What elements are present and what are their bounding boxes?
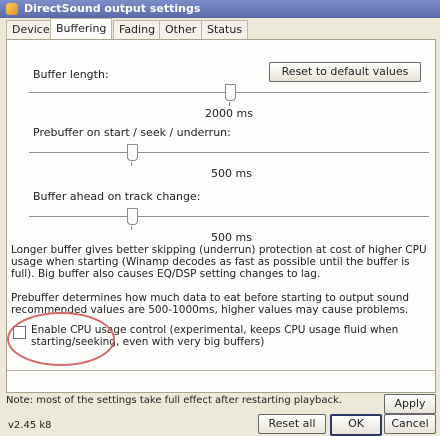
ok-button[interactable]: OK <box>330 414 382 436</box>
buffering-panel: Reset to default values Buffer length: 2… <box>6 39 436 393</box>
buffer-ahead-tick <box>131 226 132 230</box>
reset-defaults-button[interactable]: Reset to default values <box>269 62 421 82</box>
app-icon <box>6 3 18 15</box>
footer-divider <box>7 370 435 371</box>
version-label: v2.45 k8 <box>8 420 52 431</box>
tab-status[interactable]: Status <box>201 20 249 39</box>
buffer-ahead-track <box>29 216 429 218</box>
buffer-ahead-label: Buffer ahead on track change: <box>33 190 201 203</box>
apply-button[interactable]: Apply <box>384 394 436 414</box>
buffer-ahead-value: 500 ms <box>211 231 252 244</box>
window-title: DirectSound output settings <box>24 2 201 15</box>
restart-note: Note: most of the settings take full eff… <box>6 395 342 406</box>
buffer-length-value: 2000 ms <box>205 107 253 120</box>
buffer-length-label: Buffer length: <box>33 68 109 81</box>
buffer-length-slider[interactable] <box>225 84 236 101</box>
tab-other[interactable]: Other <box>159 20 203 39</box>
tab-fading[interactable]: Fading <box>113 20 162 39</box>
prebuffer-track <box>29 152 429 154</box>
prebuffer-value: 500 ms <box>211 167 252 180</box>
cancel-button[interactable]: Cancel <box>384 414 436 434</box>
prebuffer-tick <box>131 162 132 166</box>
prebuffer-label: Prebuffer on start / seek / underrun: <box>33 126 231 139</box>
buffer-info-text: Longer buffer gives better skipping (und… <box>11 244 427 280</box>
tab-buffering[interactable]: Buffering <box>50 18 113 39</box>
buffer-length-tick <box>229 102 230 106</box>
buffer-ahead-slider[interactable] <box>127 208 138 225</box>
annotation-circle <box>7 312 115 366</box>
title-bar[interactable]: DirectSound output settings <box>0 0 440 18</box>
prebuffer-slider[interactable] <box>127 144 138 161</box>
tab-device[interactable]: Device <box>6 20 56 39</box>
dsound-settings-window: DirectSound output settings Device Buffe… <box>0 0 440 436</box>
reset-all-button[interactable]: Reset all <box>258 414 326 434</box>
